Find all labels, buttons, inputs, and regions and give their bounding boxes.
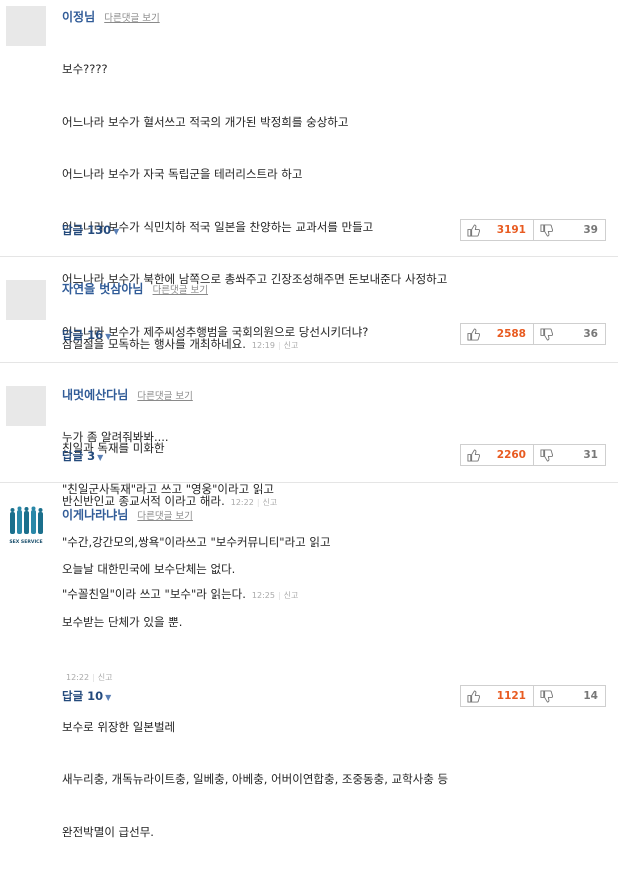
comment-meta: 12:22 | 신고 (66, 673, 113, 682)
reply-count: 답글 16 (62, 328, 104, 342)
comment-line: 어느나라 보수가 식민치하 적국 일본을 찬양하는 교과서를 만들고 (62, 219, 374, 234)
dislike-count: 31 (583, 449, 598, 461)
other-comments-link[interactable]: 다른댓글 보기 (104, 13, 159, 24)
dislike-button[interactable]: 31 (533, 445, 605, 465)
comment-line: 보수???? (62, 62, 108, 76)
comment-line: 어느나라 보수가 자국 독립군을 테러리스트라 하고 (62, 167, 303, 181)
dislike-count: 14 (583, 690, 598, 702)
comment-author[interactable]: 자연을 벗삼아님 (62, 282, 143, 296)
vote-buttons: 2588 36 (460, 323, 606, 345)
dislike-button[interactable]: 36 (533, 324, 605, 344)
group-logo-icon: SEX SERVICE (6, 506, 46, 546)
thumbs-down-icon (540, 689, 553, 703)
thumbs-up-icon (467, 689, 480, 703)
thumbs-down-icon (540, 448, 553, 462)
comment-item: 자연을 벗삼아님 다른댓글 보기 삼일절을 모독하는 행사를 개최하네요. 12:… (0, 256, 618, 363)
comment-body: 오늘날 대한민국에 보수단체는 없다. 보수받는 단체가 있을 뿐. 보수로 위… (62, 526, 448, 876)
reply-toggle[interactable]: 답글 16 ▼ (62, 327, 111, 343)
chevron-down-icon: ▼ (105, 332, 112, 341)
thumbs-up-icon (467, 327, 480, 341)
like-count: 1121 (496, 690, 526, 702)
other-comments-link[interactable]: 다른댓글 보기 (153, 285, 208, 296)
chevron-down-icon: ▼ (97, 453, 104, 462)
comment-line: 보수로 위장한 일본벌레 (62, 719, 176, 734)
vote-buttons: 3191 39 (460, 219, 606, 241)
comment-line: 보수받는 단체가 있을 뿐. (62, 614, 183, 629)
reply-toggle[interactable]: 답글 10 ▼ (62, 688, 111, 704)
thumbs-down-icon (540, 327, 553, 341)
comment-line: 새누리충, 개독뉴라이트충, 일베충, 아베충, 어버이연합충, 조중동충, 교… (62, 772, 449, 786)
comment-item: SEX SERVICE 이게나라냐님 다른댓글 보기 오늘날 대한민국에 보수단… (0, 482, 618, 839)
comment-item: 내멋에산다님 다른댓글 보기 친일과 독재를 미화한 반신반인교 종교서적 이라… (0, 362, 618, 508)
avatar[interactable] (6, 280, 46, 320)
chevron-down-icon: ▼ (105, 693, 112, 702)
dislike-button[interactable]: 39 (533, 220, 605, 240)
like-count: 2588 (496, 328, 526, 340)
reply-toggle[interactable]: 답글 130 ▼ (62, 222, 119, 238)
comment-author[interactable]: 내멋에산다님 (62, 388, 128, 402)
chevron-down-icon: ▼ (113, 227, 120, 236)
report-link[interactable]: 신고 (98, 673, 113, 682)
comment-line: 오늘날 대한민국에 보수단체는 없다. (62, 562, 236, 576)
dislike-button[interactable]: 14 (533, 686, 605, 706)
reply-count: 답글 10 (62, 689, 104, 703)
default-avatar-icon (6, 280, 46, 320)
like-count: 3191 (496, 224, 526, 236)
comment-item: 이정님 다른댓글 보기 보수???? 어느나라 보수가 혈서쓰고 적국의 개가된… (0, 0, 618, 601)
thumbs-up-icon (467, 448, 480, 462)
comment-author[interactable]: 이게나라냐님 (62, 508, 128, 522)
reply-count: 답글 130 (62, 223, 112, 237)
like-button[interactable]: 2588 (461, 324, 533, 344)
like-button[interactable]: 1121 (461, 686, 533, 706)
comment-author[interactable]: 이정님 (62, 10, 95, 24)
thumbs-up-icon (467, 223, 480, 237)
dislike-count: 39 (583, 224, 598, 236)
vote-buttons: 1121 14 (460, 685, 606, 707)
like-button[interactable]: 3191 (461, 220, 533, 240)
vote-buttons: 2260 31 (460, 444, 606, 466)
avatar[interactable]: SEX SERVICE (6, 506, 46, 546)
svg-text:SEX SERVICE: SEX SERVICE (9, 539, 42, 545)
like-count: 2260 (496, 449, 526, 461)
comment-time: 12:19 (251, 341, 275, 350)
other-comments-link[interactable]: 다른댓글 보기 (137, 391, 192, 402)
comment-meta: 12:19 | 신고 (251, 341, 299, 350)
report-link[interactable]: 신고 (284, 341, 299, 350)
reply-count: 답글 3 (62, 449, 96, 463)
comment-line: 완전박멸이 급선무. (62, 824, 154, 839)
reply-toggle[interactable]: 답글 3 ▼ (62, 448, 103, 464)
default-avatar-icon (6, 6, 46, 46)
thumbs-down-icon (540, 223, 553, 237)
avatar[interactable] (6, 6, 46, 46)
like-button[interactable]: 2260 (461, 445, 533, 465)
dislike-count: 36 (583, 328, 598, 340)
other-comments-link[interactable]: 다른댓글 보기 (137, 511, 192, 522)
comment-line: 어느나라 보수가 혈서쓰고 적국의 개가된 박정희를 숭상하고 (62, 114, 349, 129)
comment-time: 12:22 (66, 673, 90, 682)
comment-line (62, 666, 448, 684)
avatar[interactable] (6, 386, 46, 426)
default-avatar-icon (6, 386, 46, 426)
